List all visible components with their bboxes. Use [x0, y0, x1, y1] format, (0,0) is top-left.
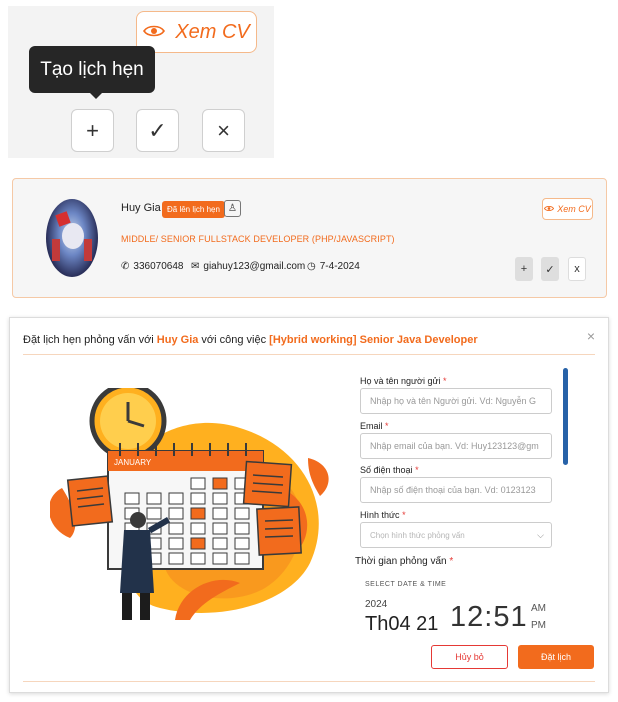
calendar-day-cell [168, 552, 184, 565]
title-candidate: Huy Gia [156, 334, 199, 346]
form-scrollbar[interactable] [563, 368, 568, 465]
email-input[interactable]: Nhập email của bạn. Vd: Huy123123@gm [360, 433, 552, 459]
eye-icon [544, 204, 555, 214]
calendar-day-cell [168, 522, 184, 535]
avatar [46, 199, 98, 277]
calendar-day-cell [146, 507, 162, 520]
interview-time-label: Thời gian phỏng vấn * [355, 556, 454, 567]
view-cv-button[interactable]: Xem CV [542, 198, 593, 220]
calendar-day-cell [212, 552, 228, 565]
mail-icon: ✉ [191, 261, 200, 272]
calendar-day-cell [234, 522, 250, 535]
schedule-button[interactable]: Đặt lịch [518, 645, 594, 669]
calendar-day-cell [168, 492, 184, 505]
date-time-caption: SELECT DATE & TIME [365, 581, 447, 588]
calendar-day-cell [212, 537, 228, 550]
reject-button[interactable]: × [202, 109, 245, 152]
interview-time-label-text: Thời gian phỏng vấn [355, 556, 447, 567]
view-cv-label: Xem CV [557, 204, 591, 214]
zoomed-action-preview: Xem CV Tạo lịch hẹn + ✓ × [8, 6, 274, 158]
format-select-value: Chọn hình thức phỏng vấn [370, 530, 465, 540]
calendar-day-cell [146, 492, 162, 505]
approve-button[interactable]: ✓ [136, 109, 179, 152]
email-address: giahuy123@gmail.com [203, 261, 306, 272]
approve-button[interactable]: ✓ [541, 257, 559, 281]
calendar-day-cell [168, 537, 184, 550]
calendar-day-cell [190, 507, 206, 520]
modal-title: Đặt lịch hẹn phỏng vấn với Huy Gia với c… [23, 334, 478, 346]
user-icon: ♙ [228, 203, 237, 214]
calendar-day-cell [234, 537, 250, 550]
format-label: Hình thức * [360, 510, 406, 520]
selected-time[interactable]: 12:51 [450, 601, 528, 634]
candidate-name: Huy Gia [121, 202, 161, 214]
view-cv-label: Xem CV [175, 20, 250, 43]
candidate-card: Huy Gia Đã lên lịch hẹn ♙ MIDDLE/ SENIOR… [12, 178, 607, 298]
sender-name-label: Họ và tên người gửi * [360, 376, 447, 386]
footer-divider [23, 681, 595, 682]
calendar-day-cell [234, 507, 250, 520]
sender-name-input[interactable]: Nhập họ và tên Người gửi. Vd: Nguyễn G [360, 388, 552, 414]
add-appointment-button[interactable]: + [71, 109, 114, 152]
user-profile-button[interactable]: ♙ [224, 200, 241, 217]
calendar-day-cell [124, 492, 140, 505]
header-divider [23, 354, 595, 355]
phone-input[interactable]: Nhập số điện thoại của bạn. Vd: 0123123 [360, 477, 552, 503]
calendar-day-cell [212, 507, 228, 520]
selected-year[interactable]: 2024 [365, 599, 387, 610]
status-badge: Đã lên lịch hẹn [162, 201, 225, 218]
close-icon: × [217, 117, 230, 143]
add-appointment-button[interactable]: + [515, 257, 533, 281]
close-icon: x [574, 263, 580, 275]
email-label-text: Email [360, 421, 383, 431]
email-info: ✉ giahuy123@gmail.com [191, 261, 305, 272]
calendar-day-cell [190, 552, 206, 565]
phone-info: ✆ 336070648 [121, 261, 183, 272]
chevron-down-icon: ⌵ [537, 530, 544, 540]
title-middle: với công việc [198, 334, 270, 346]
cancel-button[interactable]: Hủy bỏ [431, 645, 508, 669]
calendar-day-cell [190, 522, 206, 535]
job-title: MIDDLE/ SENIOR FULLSTACK DEVELOPER (PHP/… [121, 234, 395, 244]
calendar-day-cell [212, 477, 228, 490]
eye-icon [143, 21, 166, 44]
format-select[interactable]: Chọn hình thức phỏng vấn ⌵ [360, 522, 552, 548]
calendar-month: JANUARY [114, 458, 152, 467]
phone-number: 336070648 [133, 261, 184, 272]
calendar-day-cell [212, 522, 228, 535]
phone-label: Số điện thoại * [360, 465, 419, 475]
date-info: ◷ 7-4-2024 [307, 261, 360, 272]
calendar-day-cell [190, 537, 206, 550]
email-label: Email * [360, 421, 389, 431]
clock-icon: ◷ [307, 261, 316, 272]
title-job: [Hybrid working] Senior Java Developer [269, 334, 478, 346]
format-label-text: Hình thức [360, 510, 400, 520]
calendar-day-cell [212, 492, 228, 505]
reject-button[interactable]: x [568, 257, 586, 281]
view-cv-button[interactable]: Xem CV [136, 11, 257, 53]
pm-toggle[interactable]: PM [531, 620, 546, 631]
calendar-day-cell [190, 492, 206, 505]
phone-label-text: Số điện thoại [360, 465, 413, 475]
applied-date: 7-4-2024 [319, 261, 360, 272]
sender-name-label-text: Họ và tên người gửi [360, 376, 441, 386]
close-icon[interactable]: × [587, 328, 595, 344]
calendar-day-cell [168, 507, 184, 520]
schedule-interview-modal: Đặt lịch hẹn phỏng vấn với Huy Gia với c… [9, 317, 609, 693]
am-toggle[interactable]: AM [531, 603, 546, 614]
phone-icon: ✆ [121, 261, 130, 272]
selected-date[interactable]: Th04 21 [365, 613, 438, 636]
plus-icon: + [86, 117, 99, 143]
create-appointment-tooltip: Tạo lịch hẹn [29, 46, 155, 99]
check-icon: ✓ [545, 263, 555, 276]
calendar-day-cell [190, 477, 206, 490]
plus-icon: + [520, 263, 528, 275]
avatar-face [62, 223, 84, 249]
calendar-day-cell [234, 552, 250, 565]
calendar-illustration: JANUARY [50, 388, 329, 620]
check-icon: ✓ [148, 117, 167, 143]
title-prefix: Đặt lịch hẹn phỏng vấn với [23, 334, 157, 346]
